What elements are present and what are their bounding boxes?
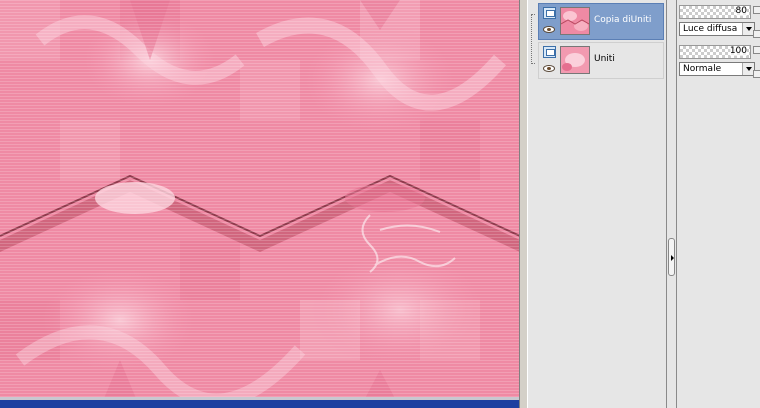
- layer-properties-panel: 80 Luce diffusa 100 Normale: [677, 0, 760, 408]
- collapse-grip[interactable]: [668, 238, 675, 276]
- layer-group-bracket: [531, 14, 535, 64]
- visibility-eye-icon[interactable]: [543, 26, 555, 33]
- opacity-slider-bottom[interactable]: 100: [679, 45, 751, 59]
- opacity-slider-top[interactable]: 80: [679, 5, 751, 19]
- raster-layer-icon: [543, 7, 556, 19]
- image-canvas[interactable]: [0, 0, 520, 408]
- blend-mode-value: Normale: [683, 64, 722, 74]
- panel-splitter[interactable]: [519, 0, 528, 408]
- layer-name: Uniti: [594, 54, 615, 64]
- blend-mode-value: Luce diffusa: [683, 24, 738, 34]
- properties-splitter[interactable]: [667, 0, 677, 408]
- taskbar-strip: [0, 400, 520, 408]
- raster-layer-icon: [543, 46, 556, 58]
- layer-row-uniti[interactable]: Uniti: [538, 42, 664, 79]
- canvas-artwork: [0, 0, 520, 408]
- layers-panel: Copia diUniti Uniti: [528, 0, 667, 408]
- edit-icon[interactable]: [753, 46, 760, 54]
- layer-name: Copia diUniti: [594, 15, 652, 25]
- blend-mode-select-top[interactable]: Luce diffusa: [679, 22, 755, 36]
- edit-icon[interactable]: [753, 6, 760, 14]
- lock-icon[interactable]: [753, 70, 760, 78]
- blend-mode-select-bottom[interactable]: Normale: [679, 62, 755, 76]
- visibility-eye-icon[interactable]: [543, 65, 555, 72]
- chevron-right-icon: [671, 255, 674, 261]
- layer-thumbnail: [560, 46, 590, 74]
- opacity-value: 100: [729, 46, 747, 56]
- opacity-value: 80: [735, 6, 747, 16]
- layer-row-copia-di-uniti[interactable]: Copia diUniti: [538, 3, 664, 40]
- layer-thumbnail: [560, 7, 590, 35]
- lock-icon[interactable]: [753, 30, 760, 38]
